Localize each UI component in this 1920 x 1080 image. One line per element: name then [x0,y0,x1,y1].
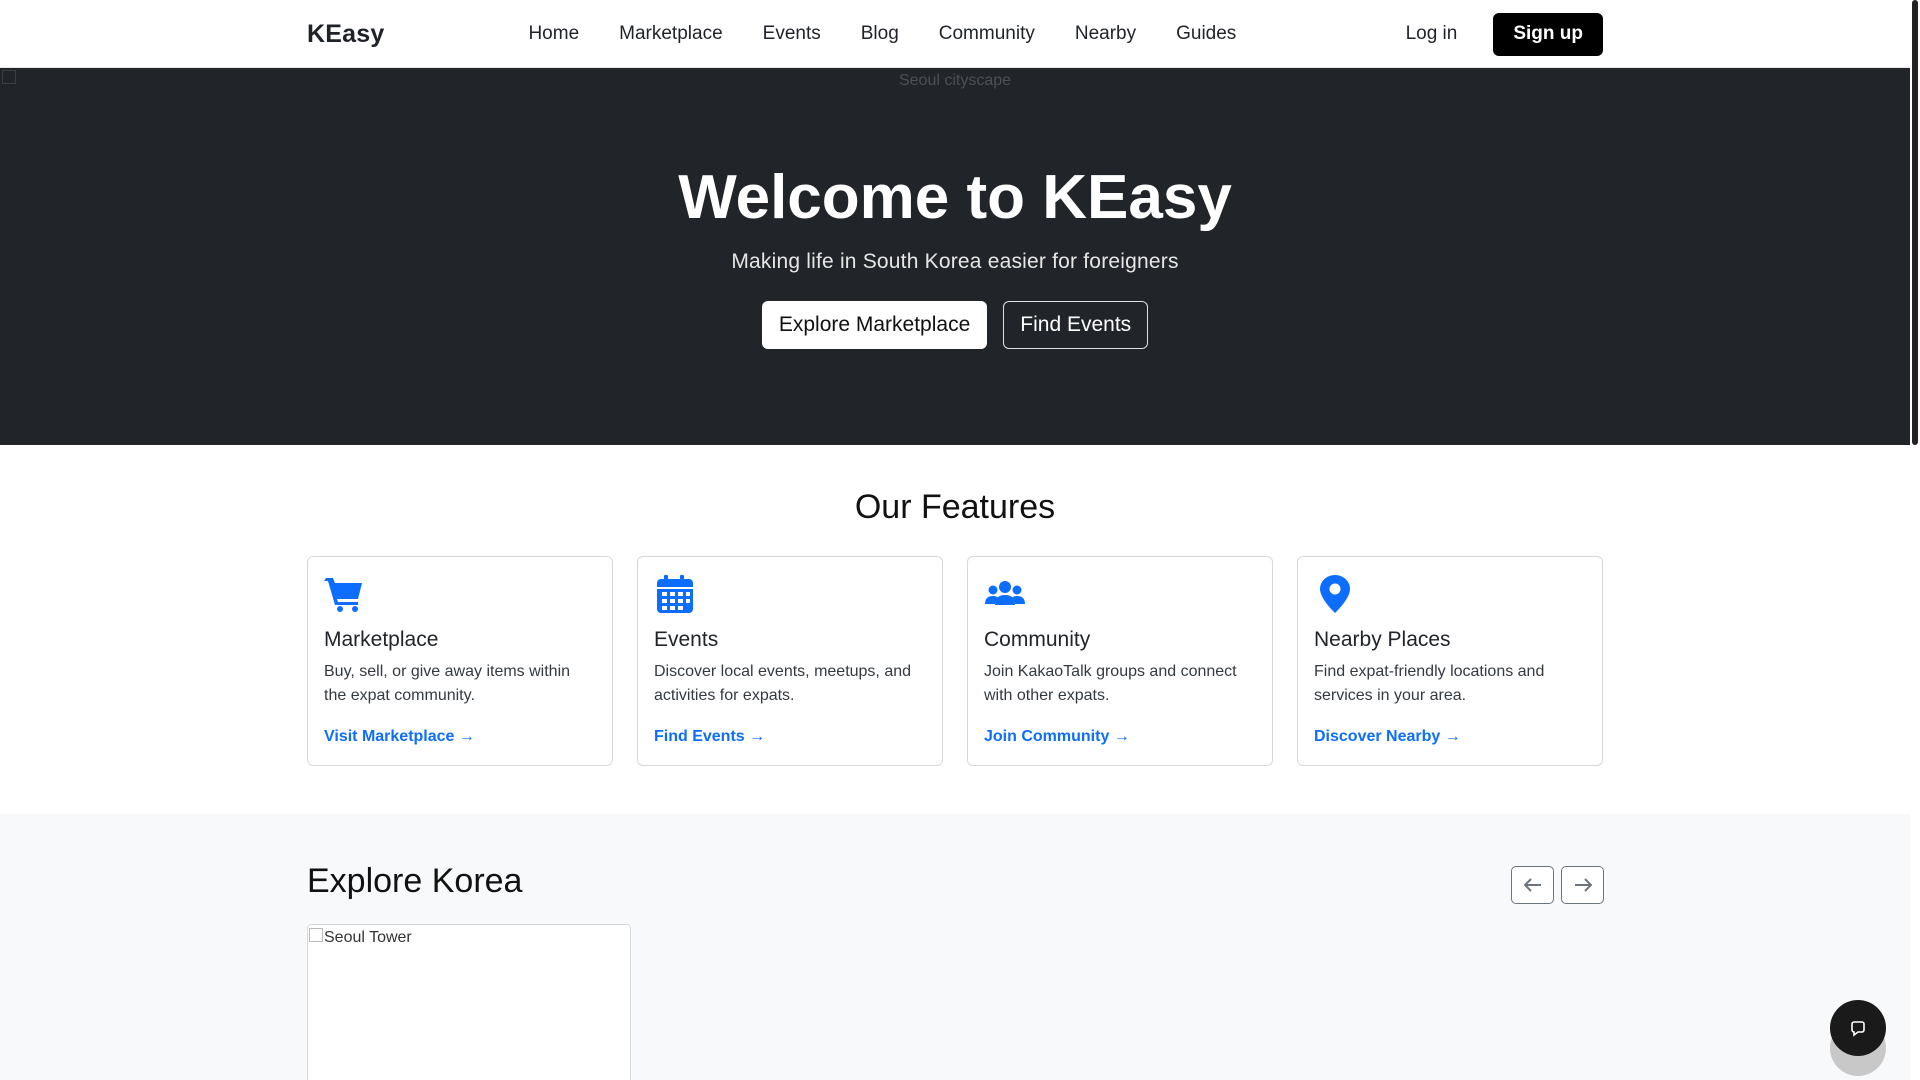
login-link[interactable]: Log in [1406,23,1458,45]
find-events-button[interactable]: Find Events [1003,301,1149,349]
nav-link-marketplace[interactable]: Marketplace [619,23,723,45]
join-community-link[interactable]: Join Community → [984,728,1130,746]
hero-subtitle: Making life in South Korea easier for fo… [731,250,1179,273]
carousel-next-button[interactable] [1561,866,1604,904]
hero-buttons: Explore Marketplace Find Events [0,301,1910,349]
brand-logo[interactable]: KEasy [307,20,384,49]
nav-link-home[interactable]: Home [528,23,579,45]
features-title: Our Features [854,488,1056,526]
scrollbar-thumb[interactable] [1912,0,1918,445]
features-grid: Marketplace Buy, sell, or give away item… [307,556,1603,766]
feature-title: Community [984,628,1091,651]
hero-section: Seoul cityscape Welcome to KEasy Making … [0,68,1910,445]
feature-description: Discover local events, meetups, and acti… [654,663,912,704]
chat-icon [1851,1021,1865,1037]
broken-image-icon [309,928,323,942]
explore-title: Explore Korea [307,862,523,900]
feature-title: Nearby Places [1314,628,1451,651]
users-icon [985,581,1025,605]
explore-marketplace-button[interactable]: Explore Marketplace [761,301,988,349]
feature-card-events: Events Discover local events, meetups, a… [637,556,943,766]
feature-card-nearby: Nearby Places Find expat-friendly locati… [1297,556,1603,766]
nav-link-nearby[interactable]: Nearby [1075,23,1136,45]
feature-card-marketplace: Marketplace Buy, sell, or give away item… [307,556,613,766]
nav-links: Home Marketplace Events Blog Community N… [528,23,1276,45]
carousel-prev-button[interactable] [1511,866,1554,904]
nav-link-events[interactable]: Events [763,23,821,45]
feature-description: Join KakaoTalk groups and connect with o… [984,663,1237,704]
nav-link-blog[interactable]: Blog [861,23,899,45]
hero-title: Welcome to KEasy [678,163,1232,232]
chat-button[interactable] [1830,1000,1886,1056]
navbar-container: KEasy Home Marketplace Events Blog Commu… [307,0,1603,68]
discover-nearby-link[interactable]: Discover Nearby → [1314,728,1461,746]
calendar-icon [657,575,693,613]
feature-title: Events [654,628,719,651]
signup-button[interactable]: Sign up [1493,12,1603,56]
hero-image-alt: Seoul cityscape [898,72,1012,89]
arrow-right-icon [1574,878,1592,892]
top-navbar: KEasy Home Marketplace Events Blog Commu… [0,0,1910,68]
visit-marketplace-link[interactable]: Visit Marketplace → [324,728,475,746]
nav-link-community[interactable]: Community [939,23,1035,45]
carousel-slide[interactable]: Seoul Tower [307,924,631,1080]
feature-title: Marketplace [324,628,439,651]
explore-section: Explore Korea Seoul Tower [0,814,1910,1080]
feature-card-community: Community Join KakaoTalk groups and conn… [967,556,1273,766]
feature-description: Buy, sell, or give away items within the… [324,663,571,704]
feature-description: Find expat-friendly locations and servic… [1314,663,1545,704]
slide-image-alt: Seoul Tower [324,929,412,946]
find-events-link[interactable]: Find Events → [654,728,765,746]
nav-link-guides[interactable]: Guides [1176,23,1236,45]
nav-actions: Log in Sign up [1406,12,1603,56]
shopping-cart-icon [324,578,362,612]
map-pin-icon [1320,575,1350,613]
arrow-left-icon [1523,878,1541,892]
page-scrollbar[interactable] [1910,0,1920,1080]
